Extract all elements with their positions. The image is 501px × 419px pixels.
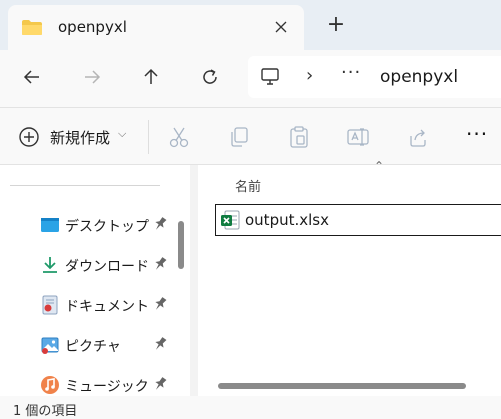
download-icon — [40, 255, 60, 275]
share-icon[interactable] — [406, 125, 430, 149]
status-bar: 1 個の項目 — [0, 396, 501, 419]
desktop-icon — [40, 215, 60, 235]
command-separator — [148, 120, 149, 154]
up-button[interactable] — [134, 63, 168, 93]
breadcrumb-more-button[interactable]: ··· — [341, 62, 361, 83]
new-tab-button[interactable]: + — [323, 12, 349, 38]
navigation-bar: › ··· openpyxl — [0, 50, 501, 107]
sidebar-item-downloads[interactable]: ダウンロード — [0, 245, 175, 285]
arrow-right-icon — [85, 70, 101, 84]
file-name: output.xlsx — [245, 211, 329, 229]
sidebar-item-label: ピクチャ — [65, 339, 121, 355]
arrow-up-icon — [144, 68, 158, 84]
refresh-icon — [203, 69, 217, 84]
pin-icon — [152, 295, 168, 313]
paste-icon[interactable] — [287, 125, 311, 149]
breadcrumb-chevron[interactable]: › — [306, 65, 313, 86]
sidebar-item-label: デスクトップ — [65, 219, 149, 235]
more-options-button[interactable]: ··· — [466, 122, 488, 146]
refresh-button[interactable] — [193, 63, 227, 93]
chevron-down-icon: ⌵ — [118, 127, 127, 140]
pin-icon — [152, 215, 168, 233]
rename-icon[interactable] — [346, 125, 370, 149]
close-tab-button[interactable] — [270, 17, 292, 39]
nav-divider — [10, 185, 160, 186]
breadcrumb-current-folder[interactable]: openpyxl — [380, 67, 458, 87]
horizontal-scrollbar[interactable] — [218, 383, 466, 389]
music-icon — [40, 375, 60, 395]
close-icon — [275, 21, 287, 33]
sidebar-item-desktop[interactable]: デスクトップ — [0, 205, 175, 245]
excel-file-icon — [220, 210, 240, 234]
add-circle-icon — [18, 126, 40, 152]
folder-icon — [21, 19, 43, 36]
copy-icon[interactable] — [227, 125, 251, 149]
column-header-name[interactable]: 名前 — [235, 176, 261, 195]
sort-indicator-icon: ⌃ — [374, 159, 385, 173]
pin-icon — [152, 375, 168, 393]
new-button-label: 新規作成 — [50, 129, 111, 147]
navigation-pane: デスクトップ ダウンロード ドキュメント ピクチャ ミュージック — [0, 165, 190, 396]
forward-button[interactable] — [75, 63, 109, 93]
sidebar-item-pictures[interactable]: ピクチャ — [0, 325, 175, 365]
file-list: ⌃ 名前 output.xlsx — [198, 159, 501, 396]
back-button[interactable] — [15, 63, 49, 93]
this-pc-icon[interactable] — [260, 67, 280, 91]
nav-pane-scrollbar[interactable] — [178, 221, 184, 269]
pin-icon — [152, 255, 168, 273]
sidebar-item-documents[interactable]: ドキュメント — [0, 285, 175, 325]
pin-icon — [152, 335, 168, 353]
tab-strip: openpyxl + — [0, 0, 501, 50]
cut-icon[interactable] — [167, 125, 191, 149]
pictures-icon — [40, 335, 60, 355]
arrow-left-icon — [23, 70, 39, 84]
address-bar[interactable]: › ··· openpyxl — [248, 56, 501, 98]
file-item[interactable]: output.xlsx — [215, 204, 501, 236]
sidebar-item-label: ミュージック — [65, 379, 149, 395]
tab-openpyxl[interactable]: openpyxl — [8, 5, 304, 50]
command-bar: 新規作成 ⌵ ··· — [0, 107, 501, 165]
tab-title: openpyxl — [58, 18, 127, 36]
sidebar-item-label: ドキュメント — [65, 299, 149, 315]
item-count: 1 個の項目 — [13, 404, 78, 419]
documents-icon — [40, 295, 60, 315]
sidebar-item-label: ダウンロード — [65, 259, 149, 275]
